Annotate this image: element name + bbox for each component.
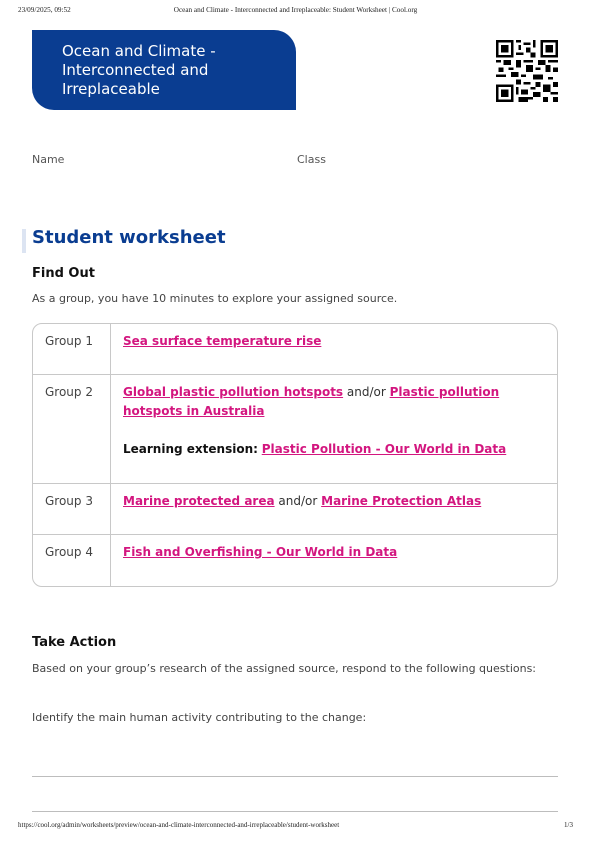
answer-line[interactable] xyxy=(32,811,558,812)
group-sources: Marine protected area and/or Marine Prot… xyxy=(123,492,547,511)
source-link[interactable]: Sea surface temperature rise xyxy=(123,334,321,348)
group-sources: Fish and Overfishing - Our World in Data xyxy=(123,543,547,562)
title-line: Interconnected and xyxy=(62,61,209,79)
find-out-heading: Find Out xyxy=(32,266,95,281)
title-line: Ocean and Climate - xyxy=(62,42,216,60)
table-row: Group 3 Marine protected area and/or Mar… xyxy=(33,484,557,535)
connector-text: and/or xyxy=(346,385,386,399)
connector-text: and/or xyxy=(278,494,318,508)
table-row: Group 2 Global plastic pollution hotspot… xyxy=(33,375,557,484)
group-sources-table: Group 1 Sea surface temperature rise Gro… xyxy=(32,323,558,587)
name-field-label: Name xyxy=(32,153,65,166)
group-label: Group 3 xyxy=(33,484,111,534)
source-link[interactable]: Marine Protection Atlas xyxy=(321,494,481,508)
print-header: 23/09/2025, 09:52 Ocean and Climate - In… xyxy=(18,6,573,18)
take-action-heading: Take Action xyxy=(32,635,117,650)
extension-link[interactable]: Plastic Pollution - Our World in Data xyxy=(262,442,507,456)
question-1: Identify the main human activity contrib… xyxy=(32,711,367,724)
take-action-instruction: Based on your group’s research of the as… xyxy=(32,662,537,675)
section-accent-bar xyxy=(22,229,26,253)
print-url: https://cool.org/admin/worksheets/previe… xyxy=(18,821,340,829)
qr-code-icon xyxy=(496,40,558,102)
source-link[interactable]: Global plastic pollution hotspots xyxy=(123,385,343,399)
section-title: Student worksheet xyxy=(32,227,226,248)
group-label: Group 2 xyxy=(33,375,111,483)
title-line: Irreplaceable xyxy=(62,80,160,98)
learning-extension: Learning extension: Plastic Pollution - … xyxy=(123,440,547,459)
group-sources: Global plastic pollution hotspots and/or… xyxy=(123,383,547,459)
table-row: Group 4 Fish and Overfishing - Our World… xyxy=(33,535,557,586)
group-sources: Sea surface temperature rise xyxy=(123,332,547,351)
answer-line[interactable] xyxy=(32,776,558,777)
page-number: 1/3 xyxy=(564,821,573,829)
class-field-label: Class xyxy=(297,153,326,166)
table-row: Group 1 Sea surface temperature rise xyxy=(33,324,557,375)
find-out-instruction: As a group, you have 10 minutes to explo… xyxy=(32,292,398,305)
print-footer: https://cool.org/admin/worksheets/previe… xyxy=(18,821,573,833)
group-label: Group 4 xyxy=(33,535,111,586)
group-label: Group 1 xyxy=(33,324,111,374)
source-link[interactable]: Marine protected area xyxy=(123,494,275,508)
worksheet-title-banner: Ocean and Climate - Interconnected and I… xyxy=(32,30,296,110)
print-title: Ocean and Climate - Interconnected and I… xyxy=(173,6,418,14)
source-link[interactable]: Fish and Overfishing - Our World in Data xyxy=(123,545,397,559)
extension-label: Learning extension: xyxy=(123,442,258,456)
